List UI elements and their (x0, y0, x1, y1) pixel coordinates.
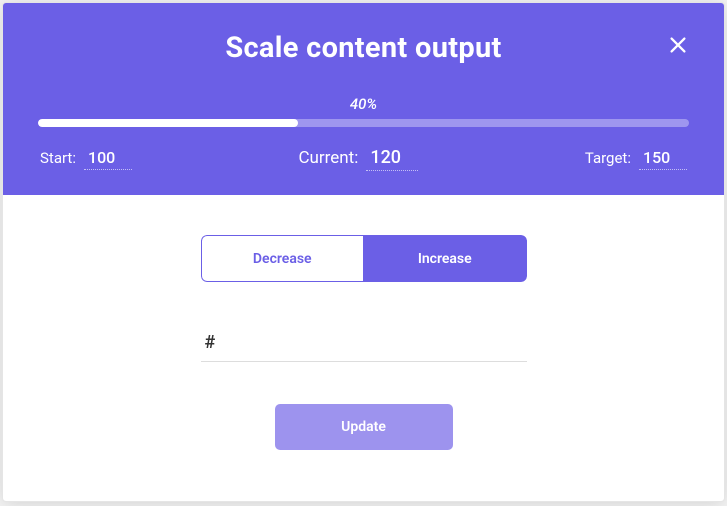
progress-bar (38, 119, 689, 127)
target-group: Target: (585, 146, 687, 170)
modal-body: Decrease Increase Update (3, 195, 724, 480)
current-label: Current: (298, 148, 358, 168)
current-input[interactable] (366, 145, 418, 171)
close-button[interactable] (664, 31, 692, 59)
amount-input[interactable] (201, 324, 527, 362)
start-group: Start: (40, 146, 132, 170)
increase-button[interactable]: Increase (363, 235, 527, 282)
direction-segmented: Decrease Increase (201, 235, 527, 282)
update-button[interactable]: Update (275, 404, 453, 450)
current-group: Current: (298, 145, 418, 171)
decrease-button[interactable]: Decrease (201, 235, 364, 282)
scale-content-modal: Scale content output 40% Start: Current:… (2, 2, 725, 502)
values-row: Start: Current: Target: (38, 145, 689, 171)
progress-fill (38, 119, 298, 127)
start-label: Start: (40, 149, 76, 167)
start-input[interactable] (84, 146, 132, 170)
progress-percent: 40% (38, 95, 689, 113)
target-label: Target: (585, 149, 631, 167)
target-input[interactable] (639, 146, 687, 170)
modal-title: Scale content output (38, 31, 689, 65)
close-icon (667, 34, 689, 56)
modal-header: Scale content output 40% Start: Current:… (3, 3, 724, 195)
